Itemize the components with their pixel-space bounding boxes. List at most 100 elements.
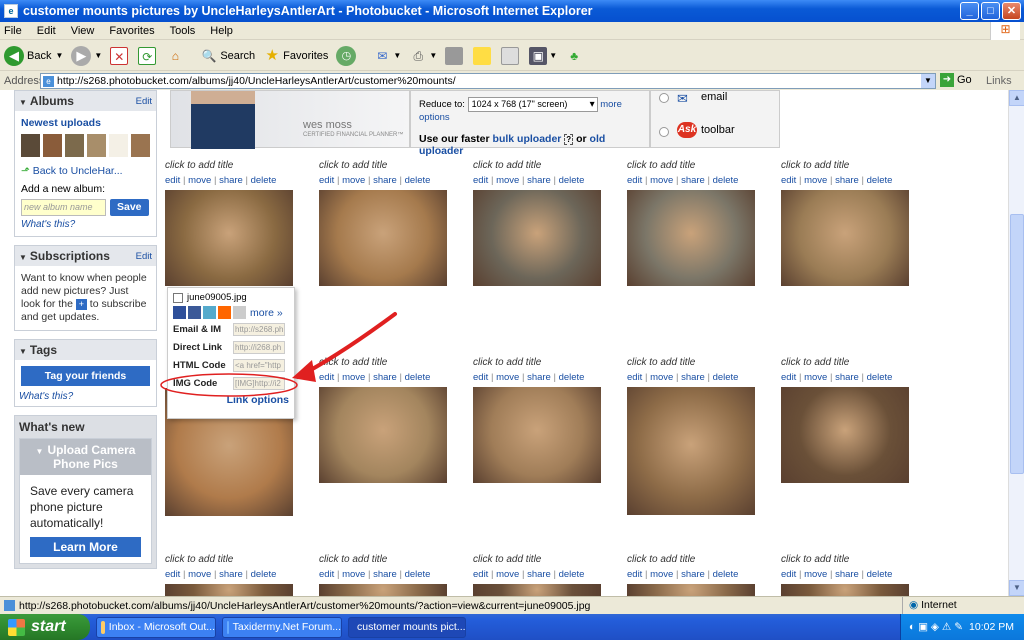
share-link[interactable]: share	[527, 372, 551, 383]
research-button[interactable]	[501, 46, 521, 65]
menu-favorites[interactable]: Favorites	[109, 25, 154, 37]
back-to-album-link[interactable]: ⬏ Back to UncleHar...	[21, 165, 150, 177]
photo-thumbnail[interactable]	[627, 387, 755, 515]
share-link[interactable]: share	[835, 175, 859, 186]
taskbar-item-photobucket[interactable]: customer mounts pict...	[348, 616, 466, 638]
edit-link[interactable]: edit	[627, 372, 642, 383]
share-link[interactable]: share	[373, 569, 397, 580]
address-input[interactable]: e http://s268.photobucket.com/albums/jj4…	[40, 73, 936, 89]
learn-more-button[interactable]: Learn More	[30, 537, 141, 557]
collapse-triangle-icon[interactable]: ▼	[19, 253, 27, 262]
messenger-button[interactable]: ♣	[565, 47, 585, 65]
share-link[interactable]: share	[527, 175, 551, 186]
menu-file[interactable]: File	[4, 25, 22, 37]
myspace-icon[interactable]	[173, 306, 186, 319]
delete-link[interactable]: delete	[251, 175, 277, 186]
links-toolbar[interactable]: Links	[986, 75, 1012, 87]
share-link[interactable]: share	[681, 569, 705, 580]
thumbnail[interactable]	[87, 134, 106, 157]
share-link[interactable]: share	[835, 372, 859, 383]
taskbar-item-taxidermy[interactable]: Taxidermy.Net Forum...	[222, 616, 342, 638]
start-button[interactable]: start	[0, 614, 90, 640]
share-link[interactable]: share	[527, 569, 551, 580]
edit-link[interactable]: edit	[627, 569, 642, 580]
direct-link-field[interactable]: http://i268.ph	[233, 341, 285, 354]
scroll-up-icon[interactable]: ▲	[1009, 90, 1024, 106]
share-link[interactable]: share	[373, 372, 397, 383]
photo-thumbnail[interactable]	[781, 584, 909, 596]
delete-link[interactable]: delete	[867, 569, 893, 580]
minimize-button[interactable]: _	[960, 2, 979, 20]
edit-page-button[interactable]	[445, 46, 465, 65]
history-button[interactable]: ◷	[336, 45, 359, 66]
vertical-scrollbar[interactable]: ▲ ▼	[1008, 90, 1024, 596]
favorites-button[interactable]: ★ Favorites	[263, 47, 328, 65]
photo-thumbnail[interactable]	[165, 190, 293, 286]
move-link[interactable]: move	[342, 372, 365, 383]
photo-title[interactable]: click to add title	[781, 160, 931, 171]
photo-thumbnail[interactable]	[473, 584, 601, 596]
move-link[interactable]: move	[342, 175, 365, 186]
img-code-field[interactable]: [IMG]http://i2	[233, 377, 285, 390]
photo-thumbnail[interactable]	[627, 190, 755, 286]
newest-uploads-link[interactable]: Newest uploads	[21, 117, 150, 129]
help-icon[interactable]: ?	[564, 134, 574, 145]
photo-thumbnail[interactable]	[473, 387, 601, 483]
reduce-size-select[interactable]: 1024 x 768 (17" screen)	[467, 97, 598, 112]
scroll-thumb[interactable]	[1010, 214, 1024, 474]
albums-edit-link[interactable]: Edit	[136, 96, 152, 107]
share-link[interactable]: share	[219, 175, 243, 186]
photo-title[interactable]: click to add title	[781, 554, 931, 565]
facebook-icon[interactable]	[188, 306, 201, 319]
go-button[interactable]: ➜ Go	[940, 73, 972, 87]
photo-thumbnail[interactable]	[165, 584, 293, 596]
email-icon[interactable]	[233, 306, 246, 319]
photo-title[interactable]: click to add title	[319, 357, 469, 368]
move-link[interactable]: move	[496, 175, 519, 186]
edit-link[interactable]: edit	[473, 175, 488, 186]
photo-title[interactable]: click to add title	[473, 554, 623, 565]
move-link[interactable]: move	[496, 569, 519, 580]
email-radio[interactable]	[659, 93, 669, 103]
whats-this-link[interactable]: What's this?	[21, 219, 150, 230]
move-link[interactable]: move	[188, 569, 211, 580]
edit-link[interactable]: edit	[473, 569, 488, 580]
delete-link[interactable]: delete	[867, 175, 893, 186]
delete-link[interactable]: delete	[713, 372, 739, 383]
share-link[interactable]: share	[681, 175, 705, 186]
delete-link[interactable]: delete	[405, 569, 431, 580]
photo-thumbnail[interactable]	[473, 190, 601, 286]
mail-button[interactable]: ✉ ▼	[373, 47, 401, 65]
collapse-triangle-icon[interactable]: ▼	[19, 98, 27, 107]
photo-thumbnail[interactable]	[781, 190, 909, 286]
address-dropdown-icon[interactable]: ▼	[921, 74, 935, 88]
edit-link[interactable]: edit	[627, 175, 642, 186]
thumbnail[interactable]	[131, 134, 150, 157]
share-link[interactable]: share	[681, 372, 705, 383]
delete-link[interactable]: delete	[251, 569, 277, 580]
menu-tools[interactable]: Tools	[170, 25, 196, 37]
edit-link[interactable]: edit	[165, 175, 180, 186]
move-link[interactable]: move	[650, 372, 673, 383]
edit-link[interactable]: edit	[165, 569, 180, 580]
share-link[interactable]: share	[219, 569, 243, 580]
collapse-triangle-icon[interactable]: ▼	[19, 347, 27, 356]
search-button[interactable]: 🔍 Search	[200, 47, 255, 65]
photo-title[interactable]: click to add title	[627, 357, 777, 368]
edit-link[interactable]: edit	[473, 372, 488, 383]
scroll-down-icon[interactable]: ▼	[1009, 580, 1024, 596]
email-im-field[interactable]: http://s268.ph	[233, 323, 285, 336]
select-checkbox[interactable]	[173, 292, 183, 303]
photo-thumbnail[interactable]	[319, 387, 447, 483]
tag-friends-button[interactable]: Tag your friends	[21, 366, 150, 386]
photo-title[interactable]: click to add title	[319, 160, 469, 171]
move-link[interactable]: move	[804, 569, 827, 580]
move-link[interactable]: move	[804, 175, 827, 186]
html-code-field[interactable]: <a href="http	[233, 359, 285, 372]
toolbar-radio[interactable]	[659, 127, 669, 137]
photo-title[interactable]: click to add title	[627, 160, 777, 171]
thumbnail[interactable]	[21, 134, 40, 157]
move-link[interactable]: move	[804, 372, 827, 383]
photo-title[interactable]: click to add title	[165, 160, 315, 171]
edit-link[interactable]: edit	[319, 569, 334, 580]
